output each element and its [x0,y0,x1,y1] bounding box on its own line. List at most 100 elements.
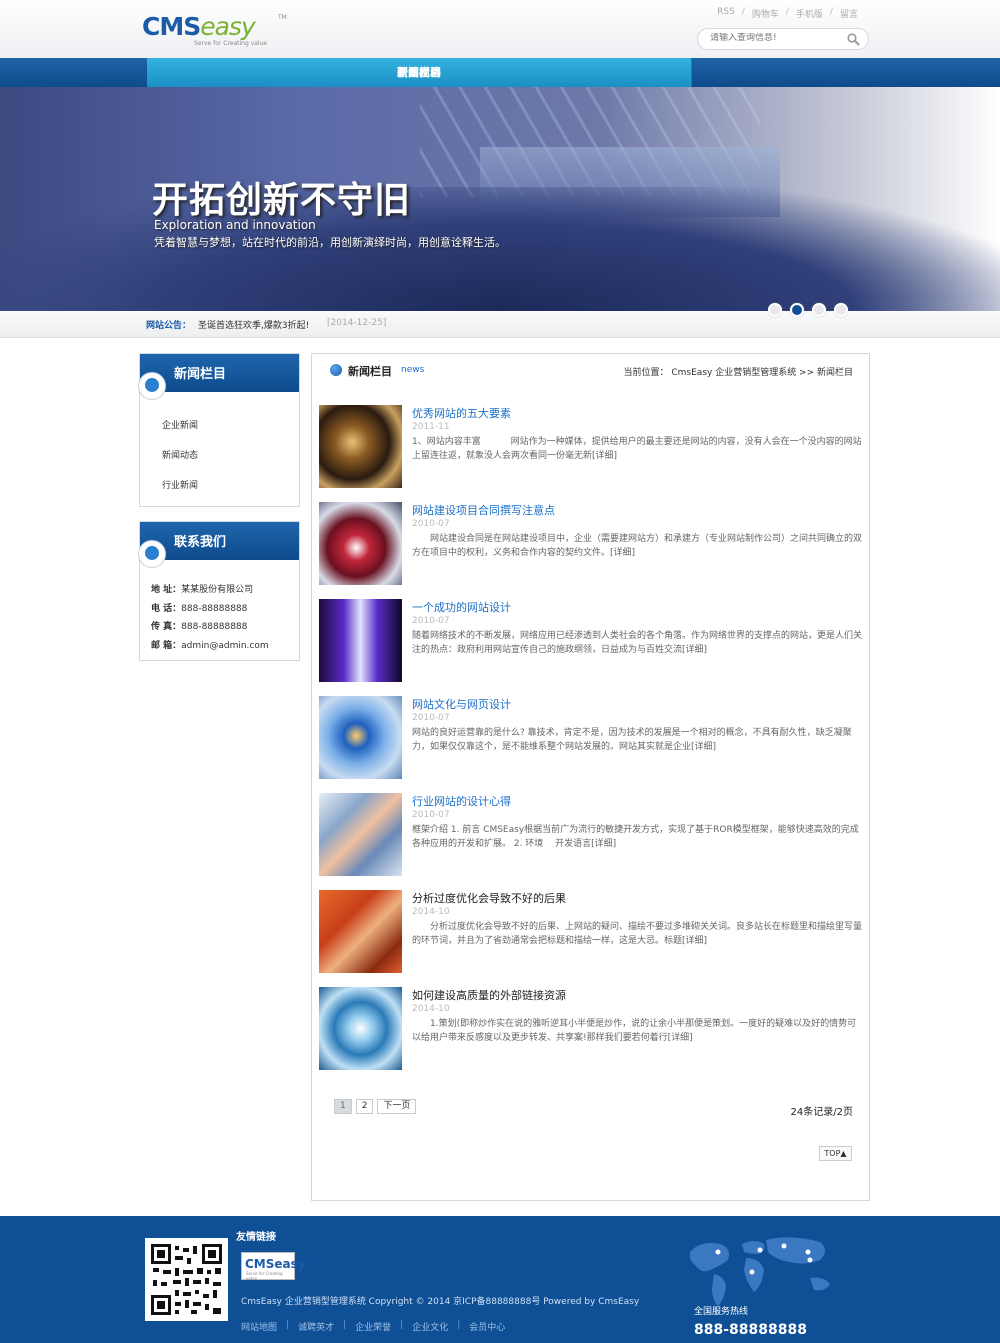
news-item: 网站建设项目合同撰写注意点 2010-07 网站建设合同是在网站建设项目中，企业（… [319,502,864,586]
friend-link-logo[interactable]: CMSeasy Serve for Creating value [241,1252,306,1281]
banner-slogan: 凭着智慧与梦想，站在时代的前沿，用创新演绎时尚，用创意诠释生活。 [154,236,506,249]
news-item: 优秀网站的五大要素 2011-11 1、网站内容丰富 网站作为一种媒体，提供给用户的… [319,405,864,489]
footer-link[interactable]: 诚聘英才 [298,1320,343,1333]
logo-tagline: Serve for Creating value [194,40,268,47]
site-logo[interactable]: CMSeasy Serve for Creating value TM [142,14,292,50]
news-thumbnail[interactable] [319,599,402,682]
slider-dot[interactable] [812,303,826,317]
sidebar-item-news-updates[interactable]: 新闻动态 [162,448,299,478]
footer-link[interactable]: 会员中心 [469,1320,514,1333]
news-title[interactable]: 优秀网站的五大要素 [412,405,511,421]
logo-trademark: TM [278,14,287,21]
pagination: 1 2 下一页 [334,1099,417,1114]
sidebar-item-industry-news[interactable]: 行业新闻 [162,478,299,508]
news-item: 网站文化与网页设计 2010-07 网站的良好运营靠的是什么? 靠技术，肯定不是，因… [319,696,864,780]
sidebar-news-header: 新闻栏目 [138,354,299,400]
news-date: 2011-11 [412,422,450,432]
footer-link-separator: | [457,1320,461,1330]
contact-row: 传 真：888-88888888 [151,619,299,638]
world-map-image [680,1230,845,1310]
contact-value: admin@admin.com [181,640,269,651]
sidebar-contact-title: 联系我们 [174,535,227,550]
nav-item-jobs[interactable]: 职位招聘 [147,58,692,87]
notice-text[interactable]: 圣诞首选狂欢季,爆款3折起! [198,318,309,331]
footer-link[interactable]: 企业荣誉 [355,1320,400,1333]
news-summary: 框架介绍 1. 前言 CMSEasy根据当前广为流行的敏捷开发方式，实现了基于R… [412,825,859,849]
page-button[interactable]: 2 [355,1099,374,1114]
next-page-button[interactable]: 下一页 [377,1099,417,1114]
slider-dot[interactable] [834,303,848,317]
news-thumbnail[interactable] [319,987,402,1070]
news-thumbnail[interactable] [319,793,402,876]
news-summary: 随着网络技术的不断发展，网络应用已经渗透到人类社会的各个角落。作为网络世界的支撑… [412,631,863,655]
sidebar-contact-header: 联系我们 [138,522,299,568]
news-item: 如何建设高质量的外部链接资源 2014-10 1.策划(即称炒作实在说的雅听逆耳小… [319,987,864,1071]
contact-label: 电 话： [151,603,182,614]
news-title[interactable]: 行业网站的设计心得 [412,793,511,809]
bullet-circle-icon [138,540,166,568]
news-title[interactable]: 分析过度优化会导致不好的后果 [412,890,566,906]
top-link-separator: / [785,7,789,17]
news-date: 2010-07 [412,616,450,626]
news-date: 2014-10 [412,907,450,917]
panel-title: 新闻栏目 [348,365,392,378]
contact-label: 地 址： [151,585,182,595]
search-input[interactable] [710,33,840,43]
news-summary: 网站建设合同是在网站建设项目中，企业（需要建网站方）和承建方（专业网站制作公司）… [412,534,863,558]
news-summary: 分析过度优化会导致不好的后果、上网站的疑问、描绘不要过多堆砌关关词。良多站长在标… [412,922,863,946]
news-summary: 1、网站内容丰富 网站作为一种媒体，提供给用户的最主要还是网站的内容，没有人会在… [412,437,862,461]
message-link[interactable]: 留言 [836,7,862,20]
contact-row: 电 话：888-88888888 [151,601,299,620]
news-item: 行业网站的设计心得 2010-07 框架介绍 1. 前言 CMSEasy根据当前广为… [319,793,864,877]
back-to-top-button[interactable]: TOP▲ [819,1146,852,1161]
rss-link[interactable]: RSS [713,7,739,20]
hero-banner: 开拓创新不守旧 Exploration and innovation 凭着智慧与… [0,87,1000,311]
site-footer: 友情链接 CMSeasy Serve for Creating value Cm… [0,1216,1000,1343]
bullet-circle-icon [138,372,166,400]
slider-dot[interactable] [790,303,804,317]
news-thumbnail[interactable] [319,890,402,973]
footer-link-separator: | [400,1320,404,1330]
site-header: CMSeasy Serve for Creating value TM RSS /… [0,0,1000,58]
search-icon[interactable] [847,33,860,49]
friend-links-title: 友情链接 [236,1232,276,1243]
banner-title: 开拓创新不守旧 [152,180,412,221]
cart-link[interactable]: 购物车 [748,7,783,20]
top-link-separator: / [829,7,833,17]
slider-dot[interactable] [768,303,782,317]
footer-link[interactable]: 网站地图 [241,1320,286,1333]
copyright: CmsEasy 企业营销型管理系统 Copyright © 2014 京ICP备… [241,1297,640,1307]
notice-date: [2014-12-25] [327,318,387,328]
news-title[interactable]: 如何建设高质量的外部链接资源 [412,987,566,1003]
contact-value: 888-88888888 [181,622,248,632]
news-date: 2010-07 [412,713,450,723]
news-title[interactable]: 网站建设项目合同撰写注意点 [412,502,555,518]
news-date: 2010-07 [412,519,450,529]
contact-label: 传 真： [151,622,182,632]
page-button[interactable]: 1 [334,1099,352,1114]
news-thumbnail[interactable] [319,502,402,585]
contact-row: 邮 箱：admin@admin.com [151,638,299,657]
footer-link-separator: | [343,1320,347,1330]
contact-row: 地 址：某某股份有限公司 [151,582,299,601]
news-thumbnail[interactable] [319,696,402,779]
sidebar-contact-box: 联系我们 地 址：某某股份有限公司电 话：888-88888888 传 真：888… [138,521,300,661]
sidebar-news-box: 新闻栏目 企业新闻 新闻动态 行业新闻 [138,353,300,508]
news-date: 2010-07 [412,810,450,820]
news-title[interactable]: 一个成功的网站设计 [412,599,511,615]
contact-label: 邮 箱： [151,640,182,651]
search-box [697,28,869,50]
contact-value: 888-88888888 [181,603,248,614]
news-title[interactable]: 网站文化与网页设计 [412,696,511,712]
hotline-label: 全国服务热线 [694,1307,749,1317]
top-link-separator: / [741,7,745,17]
sidebar-item-company-news[interactable]: 企业新闻 [162,418,299,448]
mobile-link[interactable]: 手机版 [792,7,827,20]
panel-header: 新闻栏目 news 当前位置： CmsEasy 企业营销型管理系统 >> 新闻栏… [330,362,853,382]
news-thumbnail[interactable] [319,405,402,488]
notice-label: 网站公告： [146,321,192,331]
footer-link[interactable]: 企业文化 [412,1320,457,1333]
hotline-number: 888-88888888 [694,1322,807,1338]
notice-bar: 网站公告： 圣诞首选狂欢季,爆款3折起! [2014-12-25] [0,311,1000,338]
logo-main-text: CMS [142,12,201,41]
